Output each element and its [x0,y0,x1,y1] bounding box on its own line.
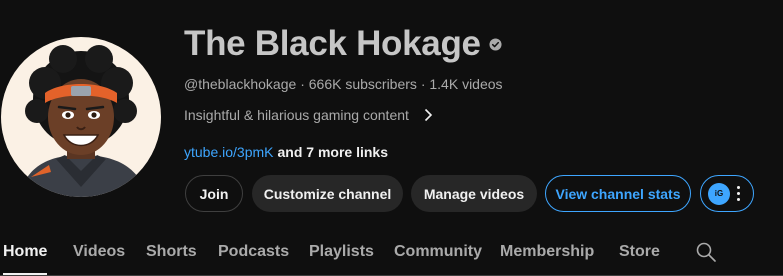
channel-description[interactable]: Insightful & hilarious gaming content [184,106,433,124]
channel-avatar[interactable] [1,37,161,197]
tab-playlists[interactable]: Playlists [309,242,374,262]
tab-membership[interactable]: Membership [500,242,594,262]
tab-podcasts[interactable]: Podcasts [218,242,289,262]
join-button[interactable]: Join [185,175,243,212]
tab-community[interactable]: Community [394,242,482,262]
chevron-right-icon[interactable] [423,108,433,122]
description-text: Insightful & hilarious gaming content [184,107,409,123]
channel-tabs: Home Videos Shorts Podcasts Playlists Co… [0,232,783,276]
channel-link[interactable]: ytube.io/3pmK [184,143,274,161]
more-vert-icon [737,186,740,201]
channel-handle: @theblackhokage [184,76,297,92]
avatar-illustration [19,45,147,197]
tab-videos[interactable]: Videos [73,242,125,262]
view-channel-stats-button[interactable]: View channel stats [545,175,691,212]
extension-badge-icon: iG [708,182,730,205]
channel-header: The Black Hokage @theblackhokage · 666K … [0,0,783,276]
tab-home[interactable]: Home [3,242,47,262]
meta-separator: · [300,76,305,92]
channel-meta: @theblackhokage · 666K subscribers · 1.4… [184,75,503,93]
more-links[interactable]: and 7 more links [278,143,388,161]
channel-name: The Black Hokage [184,24,481,63]
search-icon[interactable] [694,240,718,264]
subscriber-count: 666K subscribers [308,76,417,92]
channel-title-row: The Black Hokage [184,24,502,64]
video-count: 1.4K videos [429,76,503,92]
customize-channel-button[interactable]: Customize channel [252,175,403,212]
channel-links: ytube.io/3pmK and 7 more links [184,143,388,161]
tab-store[interactable]: Store [619,242,660,262]
extension-more-button[interactable]: iG [700,175,754,212]
meta-separator: · [420,76,426,92]
manage-videos-button[interactable]: Manage videos [411,175,537,212]
verified-check-icon [489,37,502,51]
tab-shorts[interactable]: Shorts [146,242,197,262]
